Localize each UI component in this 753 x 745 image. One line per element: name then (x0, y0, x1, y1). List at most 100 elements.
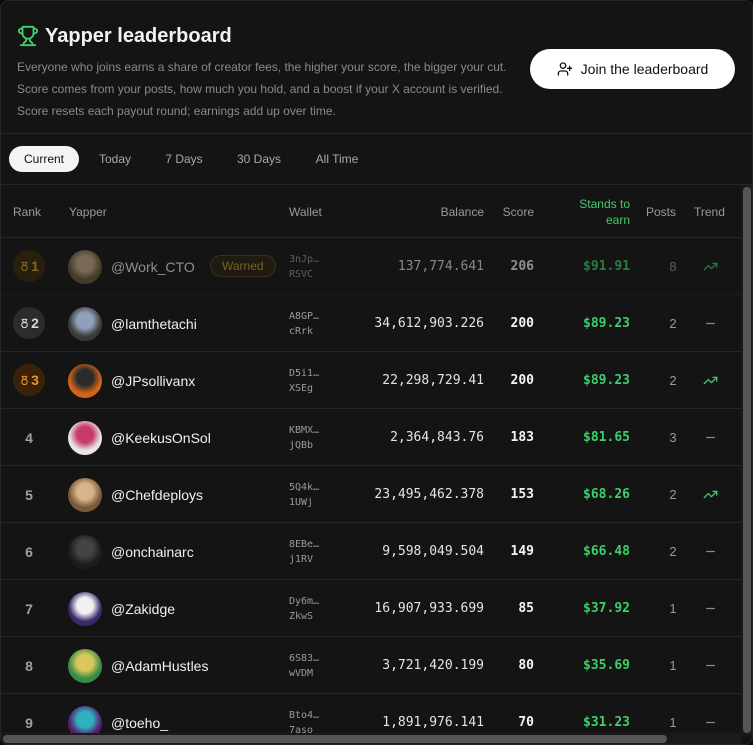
posts-count: 2 (669, 373, 677, 388)
wallet-address[interactable]: 3nJp… RSVC (289, 238, 329, 295)
wallet-prefix: Bto4… (289, 709, 320, 721)
col-stands-to-earn[interactable]: Stands to earn (561, 185, 630, 238)
flat-trend-icon (701, 580, 719, 637)
yapper-handle[interactable]: @AdamHustles (111, 637, 208, 694)
wallet-address[interactable]: A8GP… cRrk (289, 295, 329, 352)
yapper-handle[interactable]: @KeekusOnSol (111, 409, 211, 466)
avatar[interactable] (68, 421, 102, 455)
wallet-prefix: KBMX… (289, 424, 320, 436)
col-yapper[interactable]: Yapper (69, 185, 107, 238)
medal-icon (21, 318, 28, 328)
balance-value: 137,774.641 (397, 259, 484, 274)
avatar[interactable] (68, 592, 102, 626)
wallet-address[interactable]: 8EBe… j1RV (289, 523, 329, 580)
score-value: 70 (518, 715, 534, 730)
vertical-scrollbar[interactable] (741, 185, 752, 735)
yapper-handle[interactable]: @Zakidge (111, 580, 175, 637)
up-trend-icon (701, 352, 719, 409)
stands-to-earn-value: $37.92 (583, 601, 630, 616)
col-wallet[interactable]: Wallet (289, 185, 322, 238)
wallet-address[interactable]: Dy6m… ZkwS (289, 580, 329, 637)
col-score[interactable]: Score (491, 185, 534, 238)
score-value: 200 (510, 316, 534, 331)
wallet-address[interactable]: 6S83… wVDM (289, 637, 329, 694)
vertical-scroll-thumb[interactable] (743, 187, 751, 733)
avatar[interactable] (68, 364, 102, 398)
table-row[interactable]: 2 @lamthetachi A8GP… cRrk 34,612,903.226… (1, 295, 741, 352)
tab-30-days[interactable]: 30 Days (227, 146, 291, 172)
tab-current[interactable]: Current (9, 146, 79, 172)
horizontal-scrollbar[interactable] (1, 733, 741, 744)
col-posts[interactable]: Posts (646, 185, 676, 238)
col-balance[interactable]: Balance (421, 185, 484, 238)
col-trend[interactable]: Trend (694, 185, 725, 238)
rank-number: 7 (25, 600, 33, 617)
yapper-handle[interactable]: @onchainarc (111, 523, 194, 580)
avatar[interactable] (68, 307, 102, 341)
wallet-address[interactable]: 5Q4k… 1UWj (289, 466, 329, 523)
table-row[interactable]: 3 @JPsollivanx D5i1… XSEg 22,298,729.41 … (1, 352, 741, 409)
stands-to-earn-value: $68.26 (583, 487, 630, 502)
medal-icon (21, 261, 28, 271)
rank-number: 2 (31, 315, 39, 331)
wallet-address[interactable]: KBMX… jQBb (289, 409, 329, 466)
rank-medal: 3 (13, 364, 45, 396)
yapper-handle[interactable]: @lamthetachi (111, 295, 197, 352)
yapper-handle[interactable]: @toeho_ (111, 694, 168, 735)
avatar[interactable] (68, 250, 102, 284)
wallet-suffix: XSEg (289, 382, 314, 394)
col-rank[interactable]: Rank (13, 185, 41, 238)
stands-to-earn-value: $89.23 (583, 316, 630, 331)
up-trend-icon (701, 238, 719, 295)
avatar[interactable] (68, 706, 102, 735)
balance-value: 1,891,976.141 (382, 715, 484, 730)
tab-all-time[interactable]: All Time (304, 146, 370, 172)
table-row[interactable]: 5 @Chefdeploys 5Q4k… 1UWj 23,495,462.378… (1, 466, 741, 523)
yapper-handle[interactable]: @JPsollivanx (111, 352, 195, 409)
yapper-handle[interactable]: @Chefdeploys (111, 466, 203, 523)
table-row[interactable]: 8 @AdamHustles 6S83… wVDM 3,721,420.199 … (1, 637, 741, 694)
stands-to-earn-value: $89.23 (583, 373, 630, 388)
posts-count: 1 (669, 601, 677, 616)
score-value: 85 (518, 601, 534, 616)
tab-today[interactable]: Today (87, 146, 143, 172)
stands-to-earn-value: $31.23 (583, 715, 630, 730)
wallet-suffix: RSVC (289, 268, 314, 280)
posts-count: 2 (669, 316, 677, 331)
rank-number: 4 (25, 429, 33, 446)
rank-number: 1 (31, 258, 39, 274)
wallet-prefix: 6S83… (289, 652, 320, 664)
avatar[interactable] (68, 478, 102, 512)
wallet-address[interactable]: Bto4… 7aso (289, 694, 329, 736)
balance-value: 9,598,049.504 (382, 544, 484, 559)
leaderboard-panel: Yapper leaderboard Everyone who joins ea… (0, 0, 753, 745)
flat-trend-icon (701, 409, 719, 466)
balance-value: 3,721,420.199 (382, 658, 484, 673)
leaderboard-table: Rank Yapper Wallet Balance Score Stands … (1, 185, 741, 735)
score-value: 206 (510, 259, 534, 274)
posts-count: 1 (669, 715, 677, 730)
score-value: 153 (510, 487, 534, 502)
balance-value: 23,495,462.378 (374, 487, 484, 502)
tab-7-days[interactable]: 7 Days (154, 146, 214, 172)
leaderboard-description: Everyone who joins earns a share of crea… (17, 60, 507, 118)
table-row[interactable]: 4 @KeekusOnSol KBMX… jQBb 2,364,843.76 1… (1, 409, 741, 466)
horizontal-scroll-thumb[interactable] (3, 735, 667, 743)
table-row[interactable]: 7 @Zakidge Dy6m… ZkwS 16,907,933.699 85 … (1, 580, 741, 637)
join-leaderboard-button[interactable]: Join the leaderboard (530, 49, 735, 89)
avatar[interactable] (68, 649, 102, 683)
wallet-prefix: 5Q4k… (289, 481, 320, 493)
yapper-handle[interactable]: @Work_CTO (111, 238, 195, 295)
posts-count: 1 (669, 658, 677, 673)
rank-number: 3 (31, 372, 39, 388)
table-row[interactable]: 6 @onchainarc 8EBe… j1RV 9,598,049.504 1… (1, 523, 741, 580)
medal-icon (21, 375, 28, 385)
wallet-prefix: Dy6m… (289, 595, 320, 607)
wallet-suffix: 1UWj (289, 496, 314, 508)
user-plus-icon (557, 62, 573, 76)
avatar[interactable] (68, 535, 102, 569)
wallet-address[interactable]: D5i1… XSEg (289, 352, 329, 409)
wallet-prefix: A8GP… (289, 310, 320, 322)
table-row[interactable]: 1 @Work_CTO Warned 3nJp… RSVC 137,774.64… (1, 238, 741, 295)
table-row[interactable]: 9 @toeho_ Bto4… 7aso 1,891,976.141 70 $3… (1, 694, 741, 735)
